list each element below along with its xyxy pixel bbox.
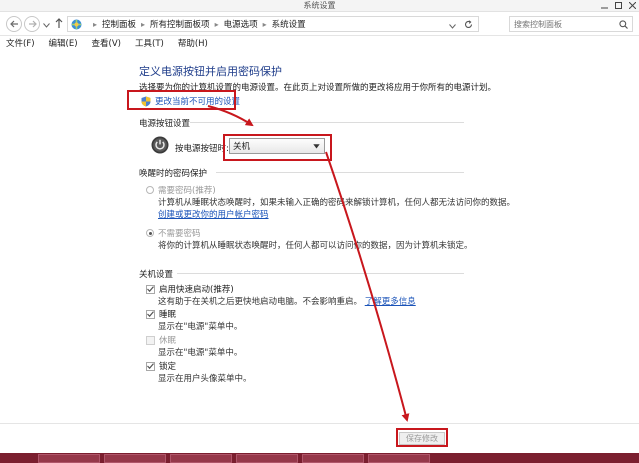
breadcrumb-item-all-items[interactable]: 所有控制面板项 xyxy=(150,18,210,30)
breadcrumb-separator: ▸ xyxy=(93,19,98,29)
arrow-up-icon xyxy=(55,18,63,28)
forward-button[interactable] xyxy=(24,16,40,32)
require-password-radio[interactable]: 需要密码(推荐) xyxy=(146,184,216,196)
create-password-link[interactable]: 创建或更改你的用户帐户密码 xyxy=(158,208,269,220)
up-button[interactable] xyxy=(55,18,63,31)
taskbar-item[interactable] xyxy=(38,454,100,463)
checkbox-checked[interactable] xyxy=(146,284,155,294)
title-bar: 系统设置 xyxy=(0,0,639,12)
footer-divider xyxy=(0,423,639,424)
menu-file[interactable]: 文件(F) xyxy=(6,37,35,51)
learn-more-link[interactable]: 了解更多信息 xyxy=(365,297,416,307)
fast-startup-checkbox[interactable]: 启用快速启动(推荐) xyxy=(146,283,234,295)
no-password-description: 将你的计算机从睡眠状态唤醒时，任何人都可以访问你的数据，因为计算机未锁定。 xyxy=(158,241,473,251)
breadcrumb-item-control-panel[interactable]: 控制面板 xyxy=(102,18,136,30)
annotation-arrow-to-save xyxy=(325,151,410,422)
window-controls xyxy=(597,0,639,11)
address-dropdown-button[interactable] xyxy=(449,22,456,32)
breadcrumb-separator: ▸ xyxy=(141,19,146,29)
section-title-wake-password: 唤醒时的密码保护 xyxy=(139,169,208,179)
radio-button-selected[interactable] xyxy=(146,229,154,237)
sleep-checkbox[interactable]: 睡眠 xyxy=(146,308,176,320)
breadcrumb[interactable]: ▸ 控制面板 ▸ 所有控制面板项 ▸ 电源选项 ▸ 系统设置 xyxy=(67,16,479,32)
window-title: 系统设置 xyxy=(303,1,336,10)
section-divider xyxy=(177,273,464,274)
checkbox-unchecked[interactable] xyxy=(146,335,155,345)
power-button-label: 按电源按钮时: xyxy=(175,144,229,154)
hibernate-description: 显示在"电源"菜单中。 xyxy=(158,348,243,358)
sleep-description: 显示在"电源"菜单中。 xyxy=(158,322,243,332)
menu-bar: 文件(F) 编辑(E) 查看(V) 工具(T) 帮助(H) xyxy=(0,37,639,51)
minimize-icon xyxy=(600,7,608,9)
page-title: 定义电源按钮并启用密码保护 xyxy=(139,65,282,78)
annotation-box-change-link xyxy=(127,90,236,110)
arrow-left-icon xyxy=(9,20,18,28)
taskbar-item[interactable] xyxy=(170,454,232,463)
lock-label: 锁定 xyxy=(159,362,177,372)
lock-description: 显示在用户头像菜单中。 xyxy=(158,374,252,384)
minimize-button[interactable] xyxy=(597,0,611,11)
breadcrumb-item-system-settings[interactable]: 系统设置 xyxy=(272,18,306,30)
search-input[interactable] xyxy=(514,19,614,29)
control-panel-icon xyxy=(71,19,82,29)
close-button[interactable] xyxy=(625,0,639,11)
close-icon xyxy=(628,2,636,9)
taskbar-item[interactable] xyxy=(236,454,298,463)
checkbox-checked[interactable] xyxy=(146,361,155,371)
maximize-icon xyxy=(614,2,622,9)
hibernate-label: 休眠 xyxy=(159,336,177,346)
chevron-down-icon xyxy=(43,23,50,28)
breadcrumb-separator: ▸ xyxy=(262,19,267,29)
power-icon xyxy=(151,136,169,154)
menu-edit[interactable]: 编辑(E) xyxy=(49,37,78,51)
checkmark-icon xyxy=(147,286,154,292)
menu-help[interactable]: 帮助(H) xyxy=(178,37,208,51)
no-password-label: 不需要密码 xyxy=(158,229,201,239)
recent-locations-button[interactable] xyxy=(43,21,50,31)
search-box[interactable] xyxy=(509,16,633,32)
checkmark-icon xyxy=(147,311,154,317)
taskbar xyxy=(0,453,639,463)
radio-button[interactable] xyxy=(146,186,154,194)
section-title-power-button: 电源按钮设置 xyxy=(139,119,191,129)
checkmark-icon xyxy=(147,363,154,369)
annotation-arrows xyxy=(207,105,410,422)
taskbar-item[interactable] xyxy=(368,454,430,463)
section-title-shutdown: 关机设置 xyxy=(139,270,174,280)
breadcrumb-item-power-options[interactable]: 电源选项 xyxy=(224,18,258,30)
maximize-button[interactable] xyxy=(611,0,625,11)
no-password-radio[interactable]: 不需要密码 xyxy=(146,227,201,239)
refresh-button[interactable] xyxy=(464,20,473,32)
sleep-label: 睡眠 xyxy=(159,310,177,320)
hibernate-checkbox[interactable]: 休眠 xyxy=(146,334,176,346)
breadcrumb-separator: ▸ xyxy=(214,19,219,29)
section-divider xyxy=(216,172,464,173)
search-icon xyxy=(619,20,628,29)
checkbox-checked[interactable] xyxy=(146,309,155,319)
fast-startup-description: 这有助于在关机之后更快地启动电脑。不会影响重启。 了解更多信息 xyxy=(158,295,416,307)
refresh-icon xyxy=(464,20,473,28)
require-password-description: 计算机从睡眠状态唤醒时，如果未输入正确的密码来解锁计算机，任何人都无法访问你的数… xyxy=(158,198,516,208)
arrow-right-icon xyxy=(28,20,37,28)
power-icon-wrap xyxy=(151,136,169,154)
annotation-box-save xyxy=(396,428,448,447)
taskbar-item[interactable] xyxy=(302,454,364,463)
back-button[interactable] xyxy=(6,16,22,32)
taskbar-item[interactable] xyxy=(104,454,166,463)
fast-startup-label: 启用快速启动(推荐) xyxy=(159,285,234,295)
section-divider xyxy=(190,122,464,123)
menu-tools[interactable]: 工具(T) xyxy=(135,37,164,51)
menu-view[interactable]: 查看(V) xyxy=(92,37,121,51)
address-bar: ▸ 控制面板 ▸ 所有控制面板项 ▸ 电源选项 ▸ 系统设置 xyxy=(0,12,639,36)
lock-checkbox[interactable]: 锁定 xyxy=(146,360,176,372)
chevron-down-icon xyxy=(449,24,456,29)
fast-startup-description-text: 这有助于在关机之后更快地启动电脑。不会影响重启。 xyxy=(158,297,363,307)
annotation-box-select xyxy=(223,134,332,161)
require-password-label: 需要密码(推荐) xyxy=(158,186,216,196)
